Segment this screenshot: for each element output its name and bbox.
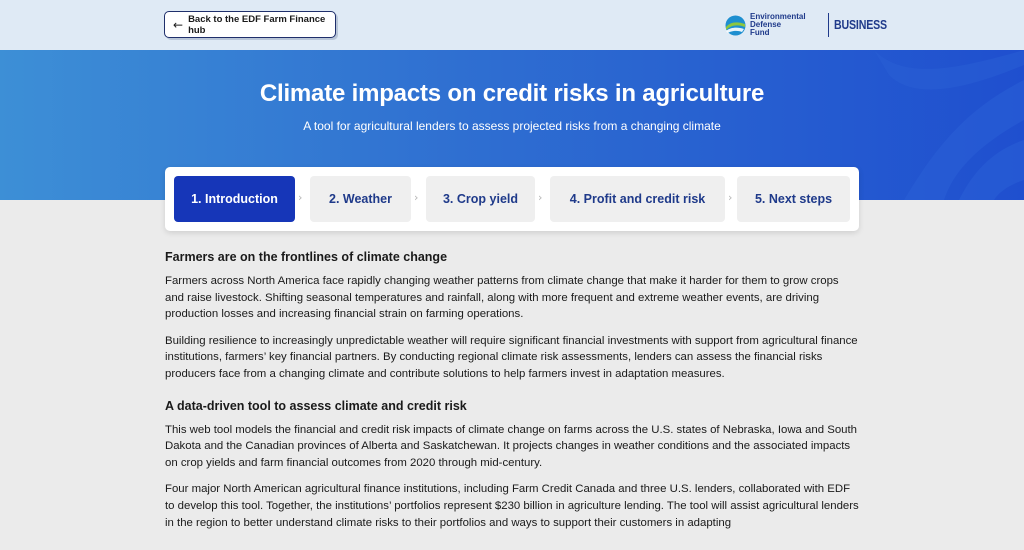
back-to-hub-button[interactable]: ← Back to the EDF Farm Finance hub [164, 11, 336, 38]
back-button-label: Back to the EDF Farm Finance hub [188, 13, 326, 36]
step-next-steps-tab[interactable]: 5. Next steps [737, 176, 850, 222]
chevron-right-icon: › [728, 191, 733, 204]
paragraph: This web tool models the financial and c… [165, 423, 857, 469]
step-weather-tab[interactable]: 2. Weather [310, 176, 411, 222]
business-label: BUSINESS [834, 18, 887, 32]
step-crop-yield-tab[interactable]: 3. Crop yield [426, 176, 535, 222]
step-navigation: 1. Introduction › 2. Weather › 3. Crop y… [165, 167, 859, 231]
main-content: Farmers are on the frontlines of climate… [165, 250, 860, 541]
section-heading: Farmers are on the frontlines of climate… [165, 250, 448, 264]
edf-logo-icon [725, 15, 746, 36]
section-heading: A data-driven tool to assess climate and… [165, 398, 467, 413]
step-profit-credit-risk-tab[interactable]: 4. Profit and credit risk [550, 176, 725, 222]
top-bar: ← Back to the EDF Farm Finance hub Envir… [0, 0, 1024, 50]
chevron-right-icon: › [414, 191, 419, 204]
arrow-left-icon: ← [173, 17, 184, 32]
paragraph: Farmers across North America face rapidl… [165, 275, 839, 321]
chevron-right-icon: › [538, 191, 543, 204]
org-name-line3: Fund [750, 28, 770, 37]
page-title: Climate impacts on credit risks in agric… [259, 80, 765, 107]
step-introduction-tab[interactable]: 1. Introduction [174, 176, 295, 222]
edf-business-logo[interactable]: Environmental Defense Fund BUSINESS [725, 12, 896, 38]
logo-divider [828, 13, 829, 37]
page-subtitle: A tool for agricultural lenders to asses… [303, 119, 721, 133]
org-name: Environmental Defense Fund [750, 13, 822, 37]
chevron-right-icon: › [298, 191, 303, 204]
paragraph: Building resilience to increasingly unpr… [165, 334, 858, 380]
paragraph: Four major North American agricultural f… [165, 483, 859, 529]
